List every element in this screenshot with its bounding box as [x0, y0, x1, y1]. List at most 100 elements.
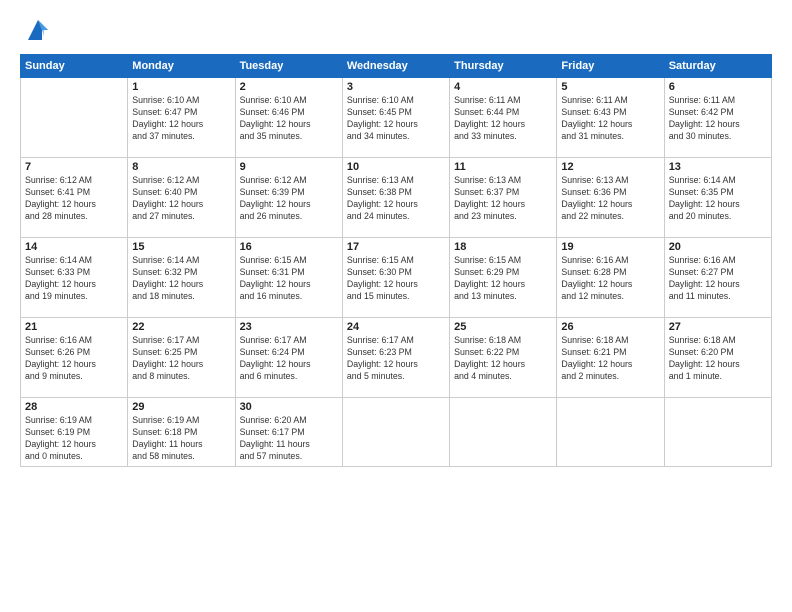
header — [20, 16, 772, 44]
day-info: Sunrise: 6:11 AM Sunset: 6:43 PM Dayligh… — [561, 95, 659, 143]
logo-icon — [24, 16, 52, 44]
day-cell: 14 Sunrise: 6:14 AM Sunset: 6:33 PM Dayli… — [21, 238, 128, 318]
day-number: 17 — [347, 241, 445, 253]
day-info: Sunrise: 6:16 AM Sunset: 6:26 PM Dayligh… — [25, 335, 123, 383]
day-number: 11 — [454, 161, 552, 173]
day-number: 6 — [669, 81, 767, 93]
day-number: 29 — [132, 401, 230, 413]
day-number: 5 — [561, 81, 659, 93]
day-number: 2 — [240, 81, 338, 93]
day-info: Sunrise: 6:14 AM Sunset: 6:35 PM Dayligh… — [669, 175, 767, 223]
day-cell: 5 Sunrise: 6:11 AM Sunset: 6:43 PM Daylig… — [557, 78, 664, 158]
day-info: Sunrise: 6:10 AM Sunset: 6:47 PM Dayligh… — [132, 95, 230, 143]
day-info: Sunrise: 6:18 AM Sunset: 6:22 PM Dayligh… — [454, 335, 552, 383]
day-cell: 15 Sunrise: 6:14 AM Sunset: 6:32 PM Dayli… — [128, 238, 235, 318]
day-number: 18 — [454, 241, 552, 253]
day-number: 16 — [240, 241, 338, 253]
day-info: Sunrise: 6:12 AM Sunset: 6:39 PM Dayligh… — [240, 175, 338, 223]
day-number: 20 — [669, 241, 767, 253]
day-info: Sunrise: 6:18 AM Sunset: 6:21 PM Dayligh… — [561, 335, 659, 383]
page: SundayMondayTuesdayWednesdayThursdayFrid… — [0, 0, 792, 612]
day-number: 26 — [561, 321, 659, 333]
day-number: 30 — [240, 401, 338, 413]
day-cell: 22Sunrise: 6:17 AM Sunset: 6:25 PM Dayli… — [128, 318, 235, 398]
week-row-2: 7 Sunrise: 6:12 AM Sunset: 6:41 PM Daylig… — [21, 158, 772, 238]
day-cell: 12 Sunrise: 6:13 AM Sunset: 6:36 PM Dayli… — [557, 158, 664, 238]
logo — [20, 16, 52, 44]
day-number: 19 — [561, 241, 659, 253]
day-cell: 19 Sunrise: 6:16 AM Sunset: 6:28 PM Dayli… — [557, 238, 664, 318]
day-cell: 27Sunrise: 6:18 AM Sunset: 6:20 PM Dayli… — [664, 318, 771, 398]
day-info: Sunrise: 6:14 AM Sunset: 6:32 PM Dayligh… — [132, 255, 230, 303]
day-cell: 8Sunrise: 6:12 AM Sunset: 6:40 PM Daylig… — [128, 158, 235, 238]
week-row-5: 28Sunrise: 6:19 AM Sunset: 6:19 PM Dayli… — [21, 398, 772, 467]
day-number: 9 — [240, 161, 338, 173]
day-cell: 3 Sunrise: 6:10 AM Sunset: 6:45 PM Daylig… — [342, 78, 449, 158]
week-row-3: 14 Sunrise: 6:14 AM Sunset: 6:33 PM Dayli… — [21, 238, 772, 318]
weekday-saturday: Saturday — [664, 55, 771, 78]
day-info: Sunrise: 6:19 AM Sunset: 6:18 PM Dayligh… — [132, 415, 230, 463]
day-cell: 13 Sunrise: 6:14 AM Sunset: 6:35 PM Dayli… — [664, 158, 771, 238]
day-cell — [557, 398, 664, 467]
day-cell — [21, 78, 128, 158]
day-info: Sunrise: 6:16 AM Sunset: 6:28 PM Dayligh… — [561, 255, 659, 303]
day-number: 22 — [132, 321, 230, 333]
day-cell: 30 Sunrise: 6:20 AM Sunset: 6:17 PM Dayli… — [235, 398, 342, 467]
day-number: 28 — [25, 401, 123, 413]
weekday-thursday: Thursday — [450, 55, 557, 78]
day-info: Sunrise: 6:11 AM Sunset: 6:44 PM Dayligh… — [454, 95, 552, 143]
day-cell: 7 Sunrise: 6:12 AM Sunset: 6:41 PM Daylig… — [21, 158, 128, 238]
day-number: 3 — [347, 81, 445, 93]
day-cell: 17 Sunrise: 6:15 AM Sunset: 6:30 PM Dayli… — [342, 238, 449, 318]
day-number: 7 — [25, 161, 123, 173]
day-info: Sunrise: 6:11 AM Sunset: 6:42 PM Dayligh… — [669, 95, 767, 143]
day-cell: 20 Sunrise: 6:16 AM Sunset: 6:27 PM Dayli… — [664, 238, 771, 318]
day-cell: 24 Sunrise: 6:17 AM Sunset: 6:23 PM Dayli… — [342, 318, 449, 398]
day-info: Sunrise: 6:15 AM Sunset: 6:30 PM Dayligh… — [347, 255, 445, 303]
day-cell: 21 Sunrise: 6:16 AM Sunset: 6:26 PM Dayli… — [21, 318, 128, 398]
day-info: Sunrise: 6:12 AM Sunset: 6:41 PM Dayligh… — [25, 175, 123, 223]
day-number: 25 — [454, 321, 552, 333]
day-number: 13 — [669, 161, 767, 173]
day-number: 10 — [347, 161, 445, 173]
day-info: Sunrise: 6:15 AM Sunset: 6:31 PM Dayligh… — [240, 255, 338, 303]
day-info: Sunrise: 6:16 AM Sunset: 6:27 PM Dayligh… — [669, 255, 767, 303]
day-cell: 26 Sunrise: 6:18 AM Sunset: 6:21 PM Dayli… — [557, 318, 664, 398]
day-number: 14 — [25, 241, 123, 253]
day-info: Sunrise: 6:10 AM Sunset: 6:45 PM Dayligh… — [347, 95, 445, 143]
day-cell: 25 Sunrise: 6:18 AM Sunset: 6:22 PM Dayli… — [450, 318, 557, 398]
day-cell: 9 Sunrise: 6:12 AM Sunset: 6:39 PM Daylig… — [235, 158, 342, 238]
day-cell: 23Sunrise: 6:17 AM Sunset: 6:24 PM Dayli… — [235, 318, 342, 398]
day-number: 1 — [132, 81, 230, 93]
day-cell: 28Sunrise: 6:19 AM Sunset: 6:19 PM Dayli… — [21, 398, 128, 467]
day-info: Sunrise: 6:17 AM Sunset: 6:23 PM Dayligh… — [347, 335, 445, 383]
day-cell: 4 Sunrise: 6:11 AM Sunset: 6:44 PM Daylig… — [450, 78, 557, 158]
day-cell: 2Sunrise: 6:10 AM Sunset: 6:46 PM Daylig… — [235, 78, 342, 158]
day-cell — [342, 398, 449, 467]
day-info: Sunrise: 6:13 AM Sunset: 6:37 PM Dayligh… — [454, 175, 552, 223]
day-number: 12 — [561, 161, 659, 173]
week-row-4: 21 Sunrise: 6:16 AM Sunset: 6:26 PM Dayli… — [21, 318, 772, 398]
day-number: 24 — [347, 321, 445, 333]
day-number: 23 — [240, 321, 338, 333]
weekday-sunday: Sunday — [21, 55, 128, 78]
day-info: Sunrise: 6:14 AM Sunset: 6:33 PM Dayligh… — [25, 255, 123, 303]
day-number: 4 — [454, 81, 552, 93]
day-number: 15 — [132, 241, 230, 253]
day-info: Sunrise: 6:13 AM Sunset: 6:38 PM Dayligh… — [347, 175, 445, 223]
weekday-tuesday: Tuesday — [235, 55, 342, 78]
day-info: Sunrise: 6:20 AM Sunset: 6:17 PM Dayligh… — [240, 415, 338, 463]
day-cell: 18Sunrise: 6:15 AM Sunset: 6:29 PM Dayli… — [450, 238, 557, 318]
weekday-friday: Friday — [557, 55, 664, 78]
day-number: 8 — [132, 161, 230, 173]
day-cell: 11 Sunrise: 6:13 AM Sunset: 6:37 PM Dayli… — [450, 158, 557, 238]
day-cell: 16 Sunrise: 6:15 AM Sunset: 6:31 PM Dayli… — [235, 238, 342, 318]
weekday-header-row: SundayMondayTuesdayWednesdayThursdayFrid… — [21, 55, 772, 78]
calendar-table: SundayMondayTuesdayWednesdayThursdayFrid… — [20, 54, 772, 467]
day-cell — [450, 398, 557, 467]
day-cell: 1 Sunrise: 6:10 AM Sunset: 6:47 PM Daylig… — [128, 78, 235, 158]
day-number: 21 — [25, 321, 123, 333]
weekday-wednesday: Wednesday — [342, 55, 449, 78]
day-info: Sunrise: 6:13 AM Sunset: 6:36 PM Dayligh… — [561, 175, 659, 223]
day-cell: 10 Sunrise: 6:13 AM Sunset: 6:38 PM Dayli… — [342, 158, 449, 238]
